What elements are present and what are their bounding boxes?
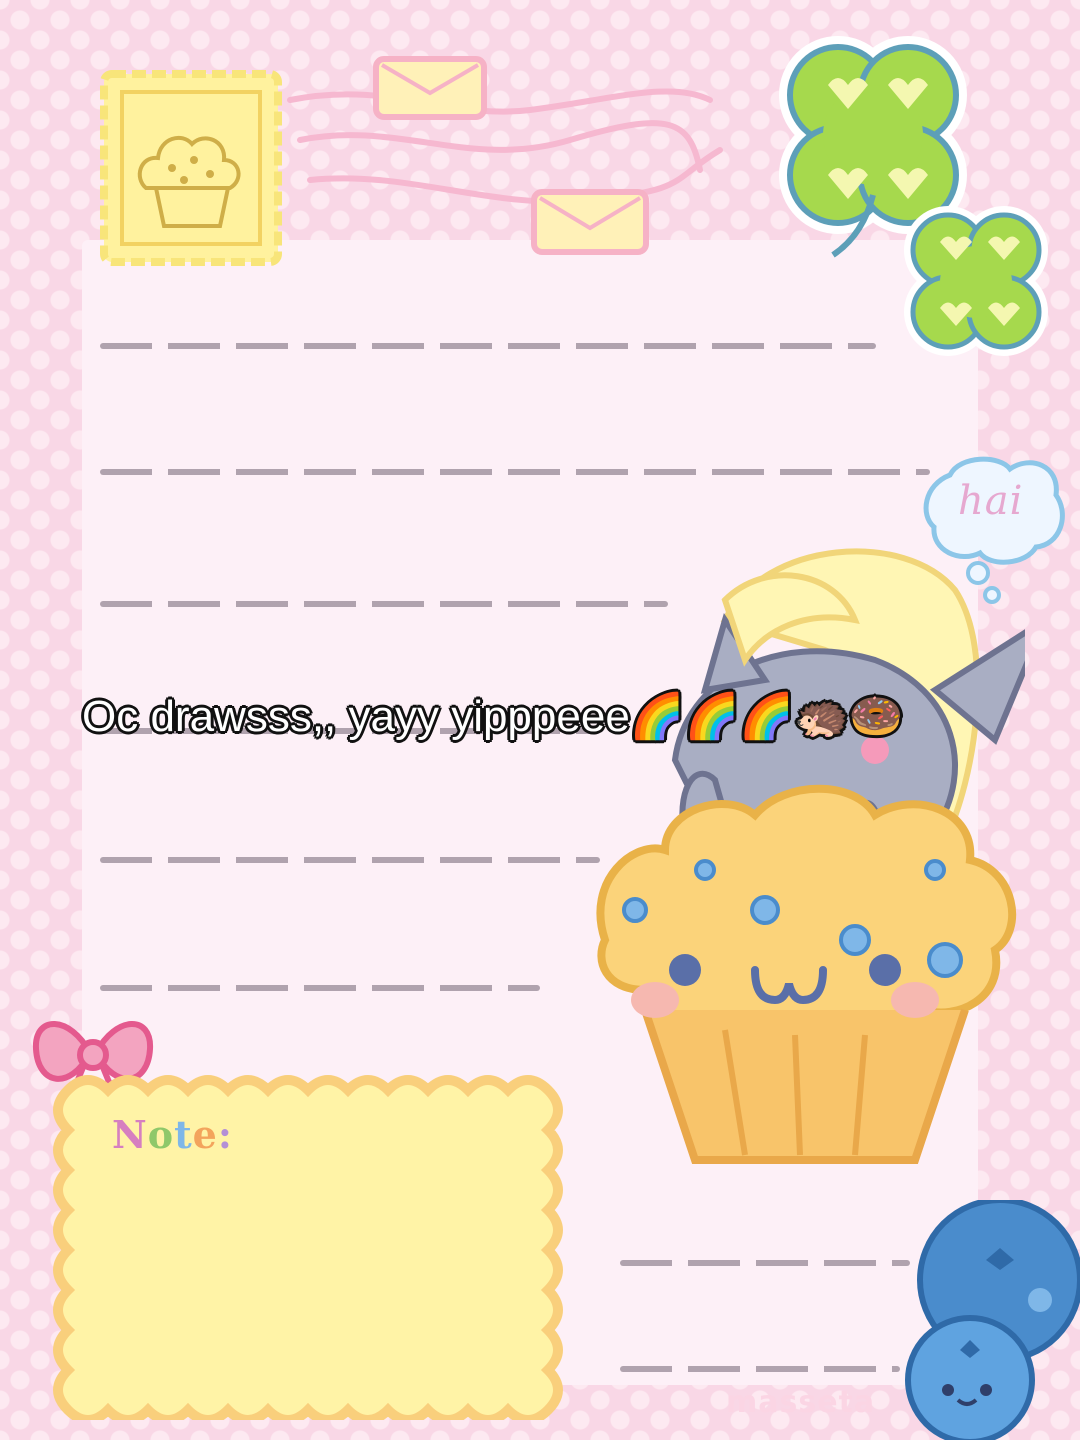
blueberry-icon xyxy=(905,1200,1080,1440)
muffin-stamp-icon xyxy=(100,70,282,266)
paper-line xyxy=(620,1366,900,1372)
note-label: Note: xyxy=(112,1112,233,1157)
envelope-icon xyxy=(531,189,649,255)
pony-on-muffin-art xyxy=(596,548,1025,1164)
paper-line xyxy=(620,1260,910,1266)
envelope-icon xyxy=(373,56,487,120)
paper-line xyxy=(100,985,540,991)
speech-bubble-text: hai xyxy=(958,478,1024,524)
paper-line xyxy=(100,343,876,349)
watermark-text: masseta xyxy=(726,1385,876,1420)
paper-line xyxy=(100,857,600,863)
four-leaf-clover-icon xyxy=(904,206,1048,356)
caption-text: Oc drawsss,, yayy yipppeee🌈🌈🌈🦔🍩 xyxy=(82,692,904,741)
ribbon-lines xyxy=(287,88,723,205)
paper-line xyxy=(100,469,930,475)
